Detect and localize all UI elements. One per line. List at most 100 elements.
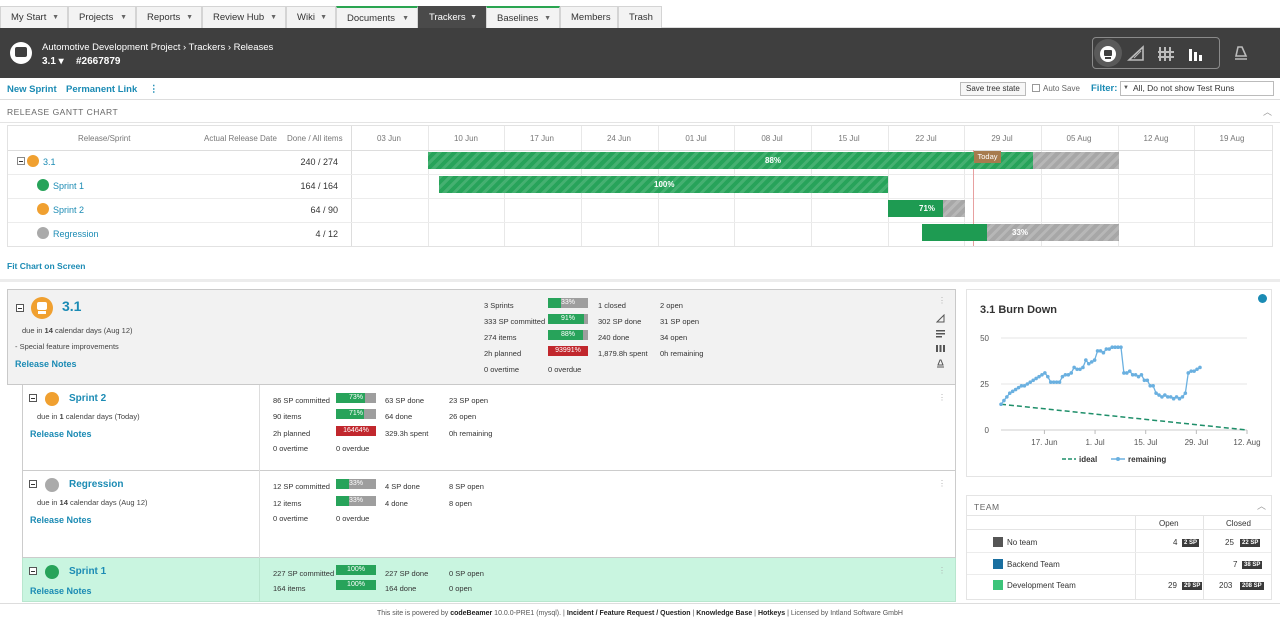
legend-remaining-label: remaining xyxy=(1128,455,1166,464)
column-divider xyxy=(259,471,260,558)
sprint-status-icon xyxy=(45,565,59,579)
tab-projects[interactable]: Projects ▼ xyxy=(68,6,136,28)
overdue: 0 overdue xyxy=(336,514,370,523)
gantt-row-name[interactable]: Sprint 2 xyxy=(53,205,84,215)
release-notes-link[interactable]: Release Notes xyxy=(30,586,92,596)
gantt-section-header[interactable]: RELEASE GANTT CHART ︿ xyxy=(0,101,1280,123)
planner-icon[interactable] xyxy=(1127,45,1145,63)
chart-options-icon[interactable] xyxy=(1258,294,1267,303)
filter-label: Filter: xyxy=(1091,83,1118,94)
open-sp: 8 SP open xyxy=(449,482,484,491)
more-menu-icon[interactable]: ⋮ xyxy=(938,566,946,575)
traceability-icon[interactable] xyxy=(1232,44,1250,62)
release-selector[interactable]: 3.1 ▾ xyxy=(42,56,64,67)
release-icon[interactable] xyxy=(1099,45,1117,63)
chevron-down-icon[interactable]: ▼ xyxy=(270,7,277,28)
team-color-swatch xyxy=(993,537,1003,547)
expand-toggle[interactable] xyxy=(29,394,37,402)
sprint-title[interactable]: Sprint 1 xyxy=(69,566,106,577)
footer-kb-link[interactable]: Knowledge Base xyxy=(696,610,752,617)
section-divider xyxy=(0,279,1280,282)
progress-label: 93991% xyxy=(555,347,581,354)
traceability-icon[interactable] xyxy=(936,359,945,368)
team-name[interactable]: Backend Team xyxy=(1007,560,1060,569)
release-notes-link[interactable]: Release Notes xyxy=(30,515,92,525)
tab-trackers[interactable]: Trackers ▼ xyxy=(418,6,486,28)
tab-wiki[interactable]: Wiki ▼ xyxy=(286,6,336,28)
chevron-down-icon[interactable]: ▼ xyxy=(320,7,327,28)
gantt-row-name[interactable]: Sprint 1 xyxy=(53,181,84,191)
gantt-bar-progress[interactable] xyxy=(922,224,987,241)
release-title[interactable]: 3.1 xyxy=(62,298,81,314)
gantt-row-name[interactable]: 3.1 xyxy=(43,157,56,167)
closed-count: 7 xyxy=(1233,560,1238,569)
permanent-link[interactable]: Permanent Link xyxy=(66,84,137,95)
overdue: 0 overdue xyxy=(336,444,370,453)
expand-toggle[interactable] xyxy=(29,480,37,488)
data-point xyxy=(1092,358,1097,362)
data-point xyxy=(1043,371,1047,375)
due-text: due in 14 calendar days (Aug 12) xyxy=(37,498,148,507)
team-name[interactable]: Development Team xyxy=(1007,581,1076,590)
chevron-down-icon[interactable]: ▼ xyxy=(544,8,551,29)
tab-label: Documents xyxy=(347,13,396,24)
footer-hotkeys-link[interactable]: Hotkeys xyxy=(758,610,785,617)
chevron-down-icon[interactable]: ▼ xyxy=(120,7,127,28)
footer-feedback-link[interactable]: Incident / Feature Request / Question xyxy=(567,610,691,617)
more-menu-icon[interactable]: ⋮ xyxy=(938,479,946,488)
save-tree-state-button[interactable]: Save tree state xyxy=(960,82,1026,96)
tab-documents[interactable]: Documents ▼ xyxy=(336,6,418,28)
data-point xyxy=(999,402,1003,407)
tab-baselines[interactable]: Baselines ▼ xyxy=(486,6,560,28)
today-badge: Today xyxy=(974,151,1001,163)
cardboard-icon[interactable] xyxy=(1157,45,1175,63)
x-tick-label: 12. Aug xyxy=(1233,438,1260,447)
planner-icon[interactable] xyxy=(936,314,945,323)
release-notes-link[interactable]: Release Notes xyxy=(15,359,77,369)
fit-chart-link[interactable]: Fit Chart on Screen xyxy=(7,261,85,271)
column-divider xyxy=(1135,516,1136,600)
data-point xyxy=(1081,365,1085,370)
release-gantt-chart: Release/Sprint Actual Release Date Done … xyxy=(7,125,1273,247)
y-tick-label: 25 xyxy=(980,380,989,389)
tab-my-start[interactable]: My Start ▼ xyxy=(0,6,68,28)
expand-toggle[interactable] xyxy=(29,567,37,575)
committed-progress: 91% xyxy=(548,314,588,324)
tab-trash[interactable]: Trash xyxy=(618,6,662,28)
team-name[interactable]: No team xyxy=(1007,538,1037,547)
more-menu-icon[interactable]: ⋮ xyxy=(938,296,946,305)
sprint-title[interactable]: Sprint 2 xyxy=(69,393,106,404)
team-section-header[interactable]: TEAM ︿ xyxy=(966,495,1272,516)
collapse-toggle[interactable] xyxy=(17,157,25,165)
chevron-up-icon[interactable]: ︿ xyxy=(1257,499,1266,512)
open-sp: 0 SP open xyxy=(449,569,484,578)
cardboard-icon[interactable] xyxy=(936,344,945,353)
release-notes-link[interactable]: Release Notes xyxy=(30,429,92,439)
footer-powered: This site is powered by xyxy=(377,610,449,617)
tab-members[interactable]: Members xyxy=(560,6,618,28)
progress-label: 33% xyxy=(348,497,363,504)
more-menu-icon[interactable]: ⋮ xyxy=(149,84,159,95)
more-menu-icon[interactable]: ⋮ xyxy=(938,393,946,402)
tab-reports[interactable]: Reports ▼ xyxy=(136,6,202,28)
chevron-down-icon[interactable]: ▼ xyxy=(402,8,409,29)
chevron-down-icon[interactable]: ▼ xyxy=(186,7,193,28)
chevron-down-icon[interactable]: ▼ xyxy=(470,7,477,28)
new-sprint-link[interactable]: New Sprint xyxy=(7,84,57,95)
gantt-row-name[interactable]: Regression xyxy=(53,229,99,239)
tab-review-hub[interactable]: Review Hub ▼ xyxy=(202,6,286,28)
item-id: #2667879 xyxy=(76,56,121,67)
date-tick: 05 Aug xyxy=(1066,134,1092,143)
collapse-toggle[interactable] xyxy=(16,304,24,312)
filter-select[interactable]: All, Do not show Test Runs xyxy=(1120,81,1274,96)
sprint-status-icon xyxy=(37,227,49,239)
list-icon[interactable] xyxy=(936,329,945,338)
sprint-title[interactable]: Regression xyxy=(69,479,123,490)
gantt-bar-progress[interactable] xyxy=(428,152,1033,169)
date-tick: 29 Jul xyxy=(991,134,1013,143)
statistics-icon[interactable] xyxy=(1187,45,1205,63)
breadcrumb[interactable]: Automotive Development Project › Tracker… xyxy=(42,42,273,53)
auto-save-checkbox[interactable] xyxy=(1032,84,1040,92)
chevron-down-icon[interactable]: ▼ xyxy=(52,7,59,28)
chevron-up-icon[interactable]: ︿ xyxy=(1263,105,1272,118)
